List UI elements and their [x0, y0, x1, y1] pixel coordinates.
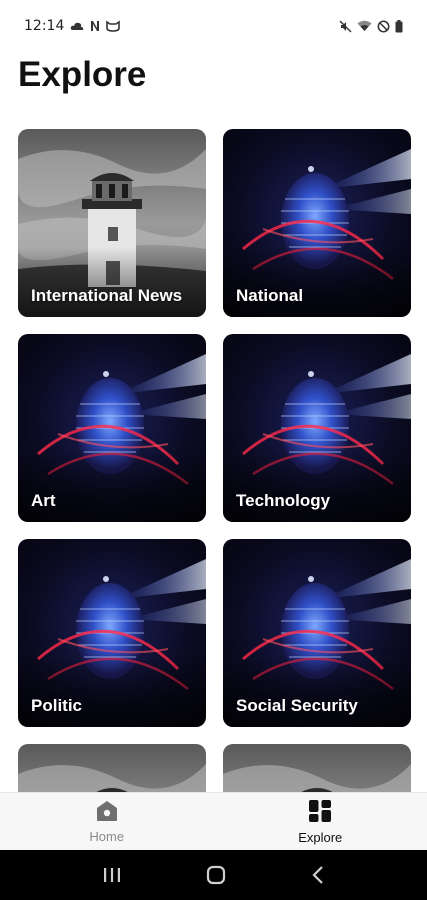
back-icon[interactable] — [312, 866, 324, 884]
recents-icon[interactable] — [103, 867, 121, 883]
category-tile[interactable]: International News — [18, 129, 206, 317]
category-label: International News — [31, 286, 183, 305]
tile-gradient-overlay — [223, 452, 411, 522]
lighthouse-image — [223, 744, 411, 792]
status-bar: 12:14 — [0, 0, 427, 52]
cat-face-icon — [106, 20, 121, 32]
nav-explore-label: Explore — [298, 829, 343, 845]
home-button-icon[interactable] — [206, 865, 226, 885]
tile-gradient-overlay — [18, 247, 206, 317]
tile-gradient-overlay — [223, 657, 411, 727]
do-not-disturb-icon — [377, 20, 390, 33]
status-left: 12:14 — [24, 18, 121, 34]
category-label: Social Security — [236, 696, 358, 715]
bottom-navigation: Home Explore — [0, 792, 427, 850]
tile-gradient-overlay — [18, 657, 206, 727]
category-tile[interactable] — [18, 744, 206, 792]
category-tile[interactable]: National — [223, 129, 411, 317]
lighthouse-image — [18, 744, 206, 792]
category-label: National — [236, 286, 304, 305]
home-icon — [95, 800, 119, 827]
battery-icon — [395, 19, 403, 33]
category-label: Art — [31, 491, 56, 510]
category-tile[interactable]: Technology — [223, 334, 411, 522]
category-tile[interactable]: Art — [18, 334, 206, 522]
status-time: 12:14 — [24, 18, 65, 34]
n-icon — [90, 20, 100, 32]
wifi-icon — [357, 20, 372, 32]
tile-gradient-overlay — [18, 452, 206, 522]
nav-home-label: Home — [89, 828, 125, 844]
status-icons-right — [339, 19, 403, 33]
category-tile[interactable]: Social Security — [223, 539, 411, 727]
category-label: Politic — [31, 696, 83, 715]
nav-home[interactable]: Home — [0, 793, 214, 850]
category-label: Technology — [236, 491, 331, 510]
category-tile[interactable]: Politic — [18, 539, 206, 727]
page-title: Explore — [18, 55, 147, 94]
mute-icon — [339, 20, 352, 33]
category-tile[interactable] — [223, 744, 411, 792]
cloud-icon — [70, 21, 84, 31]
category-grid: International News National Art Technolo… — [18, 129, 411, 792]
grid-icon — [308, 799, 332, 828]
tile-gradient-overlay — [223, 247, 411, 317]
system-navigation-bar — [0, 850, 427, 900]
nav-explore[interactable]: Explore — [214, 793, 427, 850]
